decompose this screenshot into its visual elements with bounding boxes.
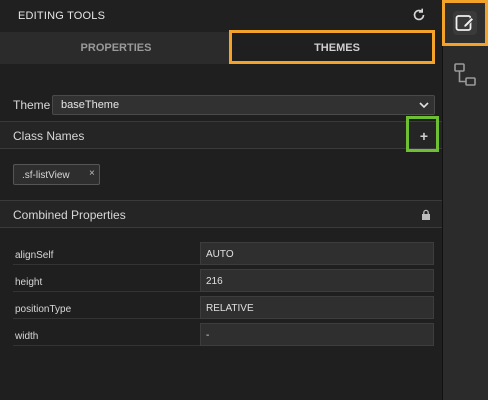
lock-icon <box>422 209 430 220</box>
table-row: alignSelf AUTO <box>13 242 434 269</box>
add-class-button[interactable]: + <box>415 127 433 145</box>
class-chip: .sf-listView × <box>13 164 100 185</box>
combined-properties-section: Combined Properties <box>0 200 442 228</box>
edit-icon <box>455 15 475 31</box>
combined-properties-title: Combined Properties <box>13 208 126 222</box>
property-key: positionType <box>13 296 200 319</box>
edit-tool-bg <box>453 11 477 35</box>
class-chip-label: .sf-listView <box>22 170 70 181</box>
table-row: width - <box>13 323 434 350</box>
table-row: positionType RELATIVE <box>13 296 434 323</box>
close-icon[interactable]: × <box>89 168 95 179</box>
class-names-title: Class Names <box>13 129 85 143</box>
chevron-down-icon <box>419 102 429 109</box>
theme-row: Theme baseTheme <box>0 92 442 118</box>
theme-select[interactable]: baseTheme <box>52 95 435 115</box>
theme-label: Theme <box>13 98 51 112</box>
editing-tools-panel: EDITING TOOLS PROPERTIES THEMES Theme ba… <box>0 0 442 400</box>
combined-properties-table: alignSelf AUTO height 216 positionType R… <box>13 242 434 350</box>
tab-bar: PROPERTIES THEMES <box>0 32 442 64</box>
property-value-field[interactable]: RELATIVE <box>200 296 434 319</box>
hierarchy-tool-button[interactable] <box>442 58 488 104</box>
tab-properties[interactable]: PROPERTIES <box>0 32 232 64</box>
property-value-field[interactable]: AUTO <box>200 242 434 265</box>
edit-tool-button[interactable] <box>442 0 488 46</box>
class-names-section: Class Names + <box>0 121 442 149</box>
refresh-icon[interactable] <box>410 6 428 24</box>
property-key: width <box>13 323 200 346</box>
panel-header: EDITING TOOLS <box>0 0 442 32</box>
hierarchy-icon <box>454 63 476 86</box>
table-row: height 216 <box>13 269 434 296</box>
property-value-field[interactable]: - <box>200 323 434 346</box>
property-value-field[interactable]: 216 <box>200 269 434 292</box>
property-key: alignSelf <box>13 242 200 265</box>
panel-title: EDITING TOOLS <box>18 10 106 22</box>
property-key: height <box>13 269 200 292</box>
theme-select-value: baseTheme <box>61 99 120 111</box>
tab-themes[interactable]: THEMES <box>232 32 442 64</box>
